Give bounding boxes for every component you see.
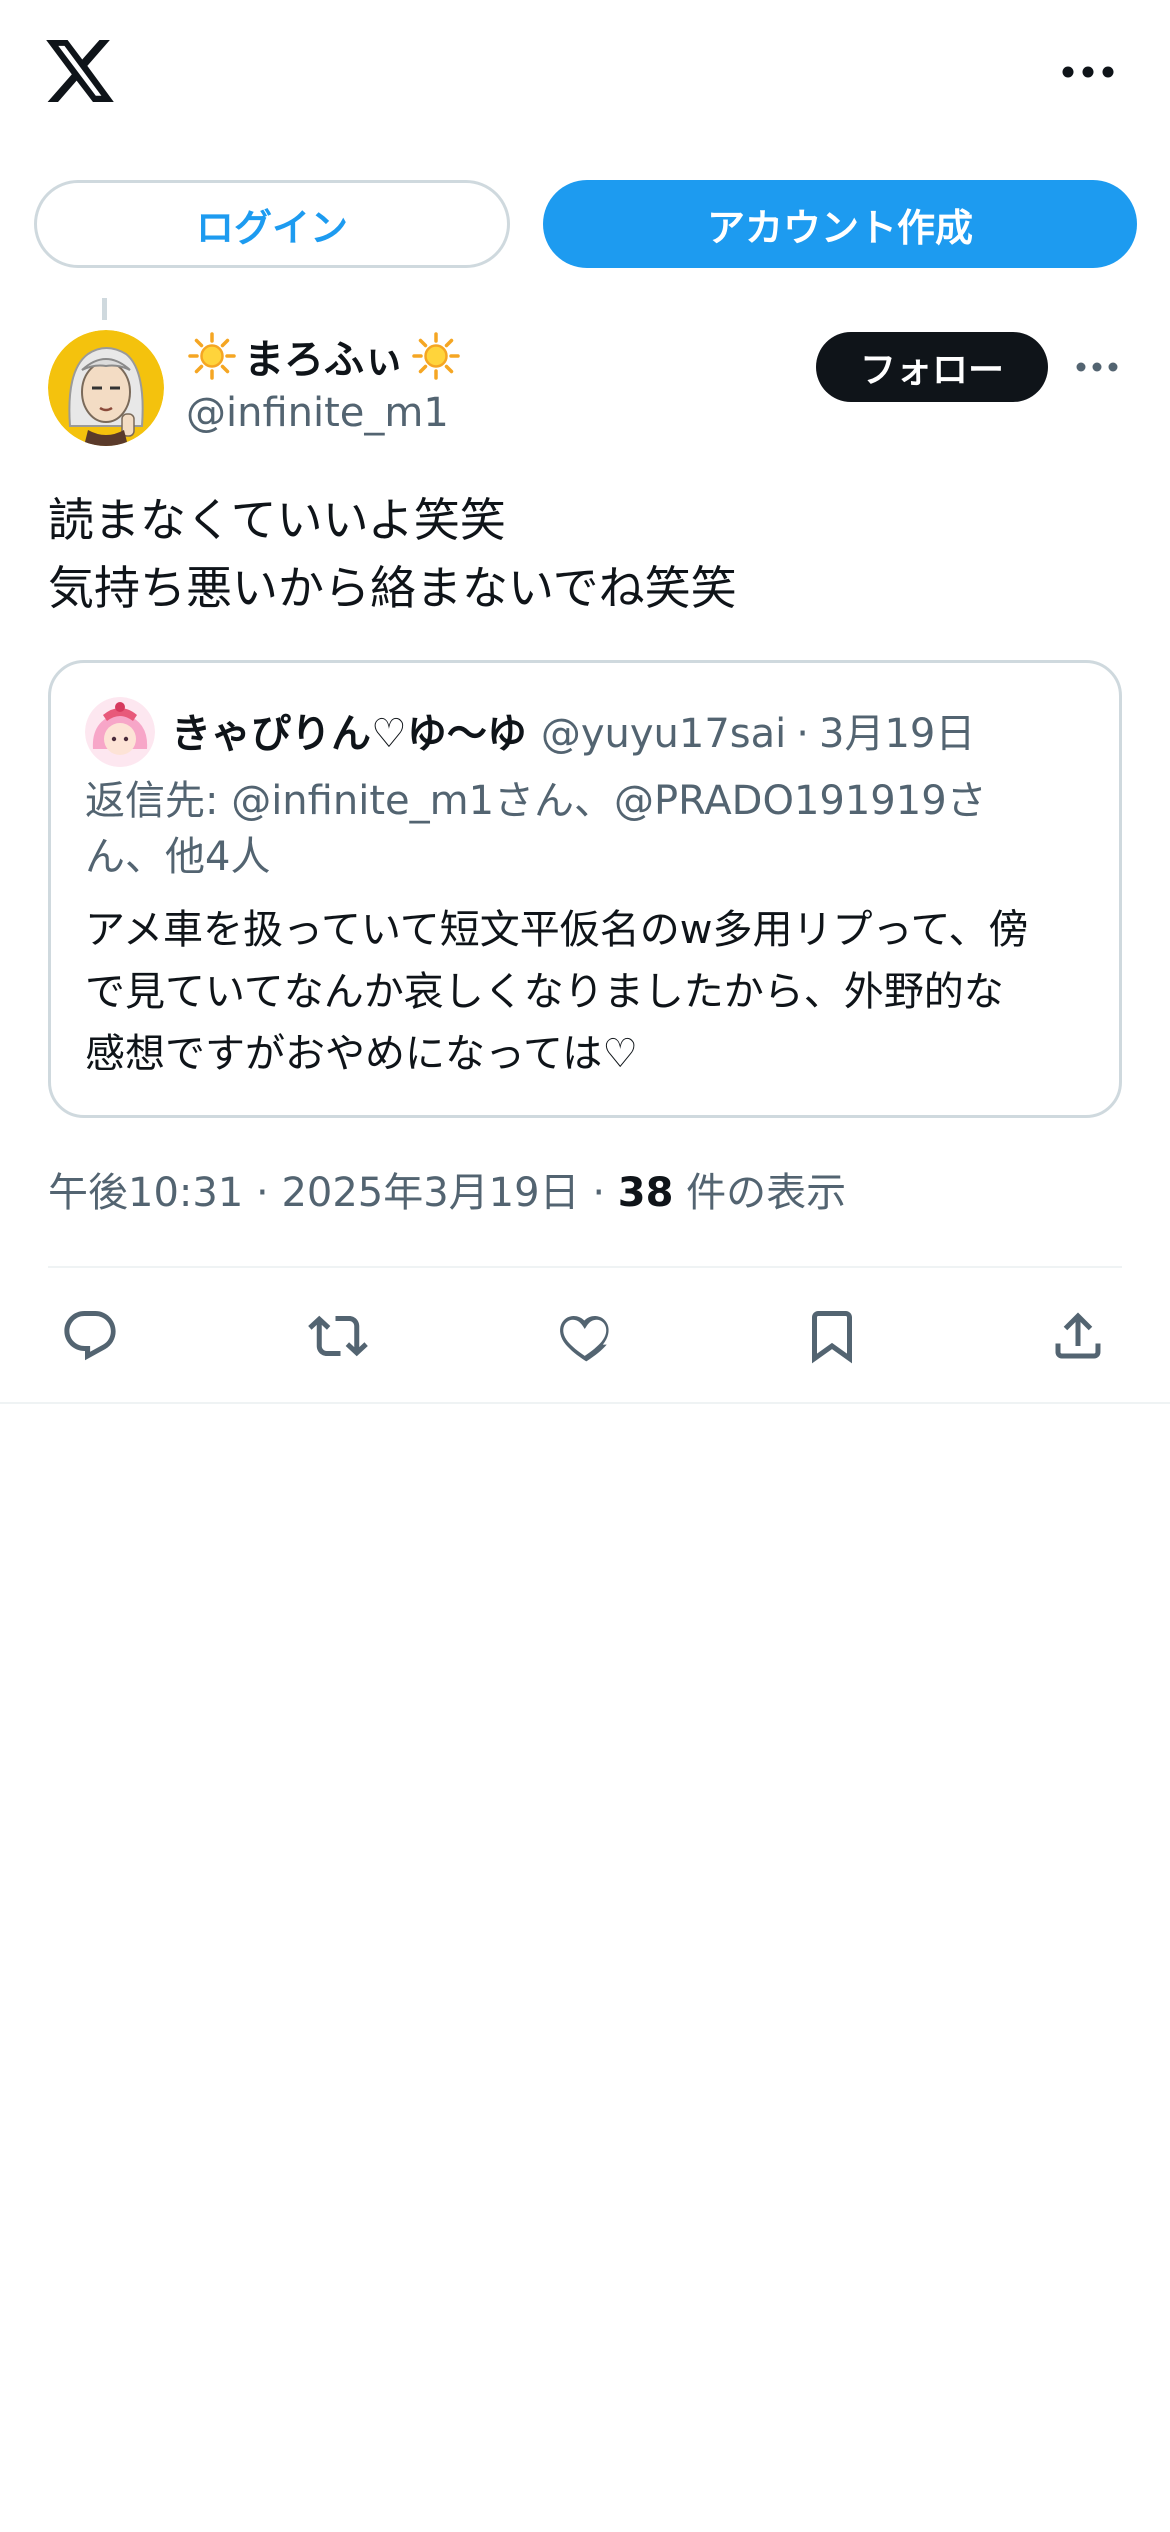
quoted-tweet[interactable]: きゃぴりん♡ゆ〜ゆ @yuyu17sai · 3月19日 返信先: @infin…	[48, 660, 1122, 1118]
views-label: 件の表示	[686, 1170, 847, 1216]
quoted-reply-to: 返信先: @infinite_m1さん、@PRADO191919さ ん、他4人	[85, 773, 1085, 885]
quoted-text: アメ車を扱っていて短文平仮名のw多用リプって、傍 で見ていてなんか哀しくなりまし…	[85, 899, 1095, 1085]
sun-icon	[412, 332, 460, 380]
author-name-row[interactable]: まろふぃ	[186, 326, 462, 386]
reply-icon[interactable]	[60, 1306, 120, 1366]
reply-to-line: ん、他4人	[85, 834, 271, 880]
tweet-meta: 午後10:31 · 2025年3月19日 · 38 件の表示	[48, 1160, 846, 1218]
quoted-handle[interactable]: @yuyu17sai	[541, 711, 786, 757]
bookmark-icon[interactable]	[802, 1306, 862, 1366]
tweet-text-line: 気持ち悪いから絡まないでね笑笑	[48, 561, 737, 615]
separator-dot: ·	[592, 1170, 606, 1216]
tweet-date[interactable]: 2025年3月19日	[281, 1170, 579, 1216]
create-account-button[interactable]: アカウント作成	[543, 180, 1137, 268]
quoted-text-line: アメ車を扱っていて短文平仮名のw多用リプって、傍	[85, 907, 1029, 953]
login-button[interactable]: ログイン	[34, 180, 510, 268]
tweet-text: 読まなくていいよ笑笑 気持ち悪いから絡まないでね笑笑	[48, 486, 1128, 622]
divider	[48, 1266, 1122, 1268]
top-bar	[0, 0, 1170, 150]
share-icon[interactable]	[1048, 1306, 1108, 1366]
tweet-time[interactable]: 午後10:31	[48, 1170, 243, 1216]
separator-dot: ·	[256, 1170, 269, 1216]
quoted-avatar	[85, 697, 155, 767]
quoted-header: きゃぴりん♡ゆ〜ゆ @yuyu17sai · 3月19日	[171, 701, 975, 765]
quoted-text-line: で見ていてなんか哀しくなりましたから、外野的な	[85, 969, 1004, 1015]
divider	[0, 1402, 1170, 1404]
retweet-icon[interactable]	[308, 1306, 368, 1366]
thread-connector	[102, 298, 107, 320]
follow-button[interactable]: フォロー	[816, 332, 1048, 402]
more-horizontal-icon[interactable]	[1074, 354, 1120, 380]
quoted-display-name[interactable]: きゃぴりん♡ゆ〜ゆ	[171, 701, 527, 759]
action-bar	[0, 1296, 1170, 1376]
quoted-date[interactable]: 3月19日	[819, 701, 975, 759]
reply-to-line: 返信先: @infinite_m1さん、@PRADO191919さ	[85, 778, 987, 824]
more-horizontal-icon[interactable]	[1058, 58, 1118, 86]
author-display-name: まろふぃ	[244, 337, 404, 383]
views-count: 38	[617, 1170, 674, 1216]
separator-dot: ·	[796, 711, 809, 757]
like-icon[interactable]	[555, 1306, 615, 1366]
x-logo-icon[interactable]	[46, 40, 114, 102]
tweet-text-line: 読まなくていいよ笑笑	[48, 493, 506, 547]
author-handle[interactable]: @infinite_m1	[186, 390, 449, 436]
avatar[interactable]	[48, 330, 164, 446]
sun-icon	[188, 332, 236, 380]
quoted-text-line: 感想ですがおやめになっては♡	[85, 1031, 639, 1077]
